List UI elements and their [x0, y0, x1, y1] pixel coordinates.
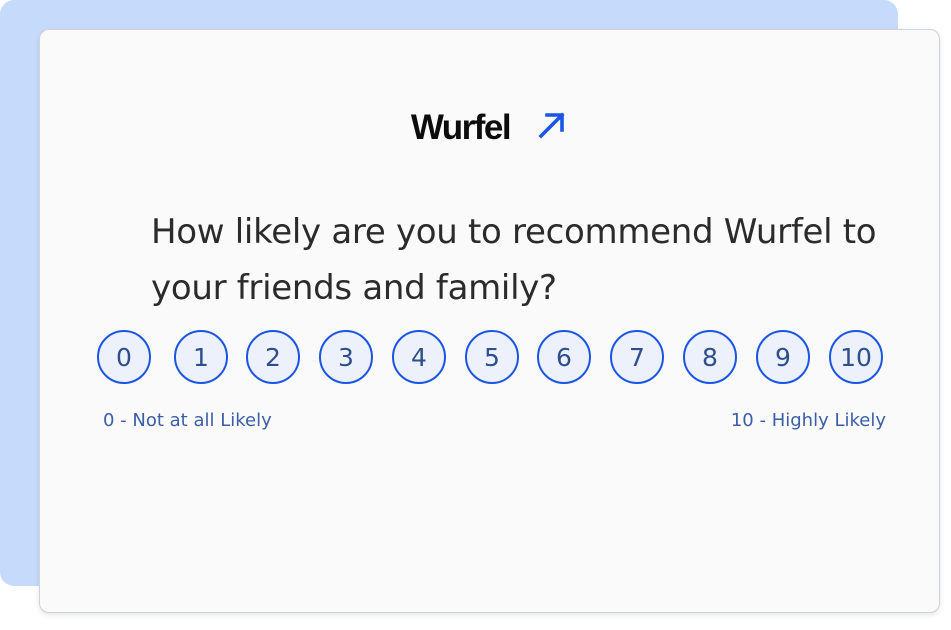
- arrow-up-right-icon: [538, 112, 565, 139]
- score-option-9[interactable]: 9: [756, 330, 810, 384]
- score-option-6[interactable]: 6: [537, 330, 591, 384]
- brand-logo: Wurfel: [410, 107, 512, 147]
- stage: Wurfel How likely are you to recommend W…: [0, 0, 951, 630]
- score-option-5[interactable]: 5: [465, 330, 519, 384]
- score-option-0[interactable]: 0: [97, 330, 151, 384]
- survey-card: Wurfel How likely are you to recommend W…: [39, 29, 940, 613]
- scale-low-label: 0 - Not at all Likely: [103, 410, 272, 431]
- score-option-8[interactable]: 8: [683, 330, 737, 384]
- score-option-3[interactable]: 3: [319, 330, 373, 384]
- survey-question: How likely are you to recommend Wurfel t…: [151, 212, 877, 308]
- nps-scale: 0 1 2 3 4 5 6 7 8 9 10: [97, 330, 889, 388]
- score-option-7[interactable]: 7: [610, 330, 664, 384]
- brand-header: Wurfel: [40, 104, 939, 150]
- score-option-10[interactable]: 10: [829, 330, 883, 384]
- score-option-4[interactable]: 4: [392, 330, 446, 384]
- score-option-1[interactable]: 1: [174, 330, 228, 384]
- scale-high-label: 10 - Highly Likely: [730, 410, 886, 431]
- score-option-2[interactable]: 2: [246, 330, 300, 384]
